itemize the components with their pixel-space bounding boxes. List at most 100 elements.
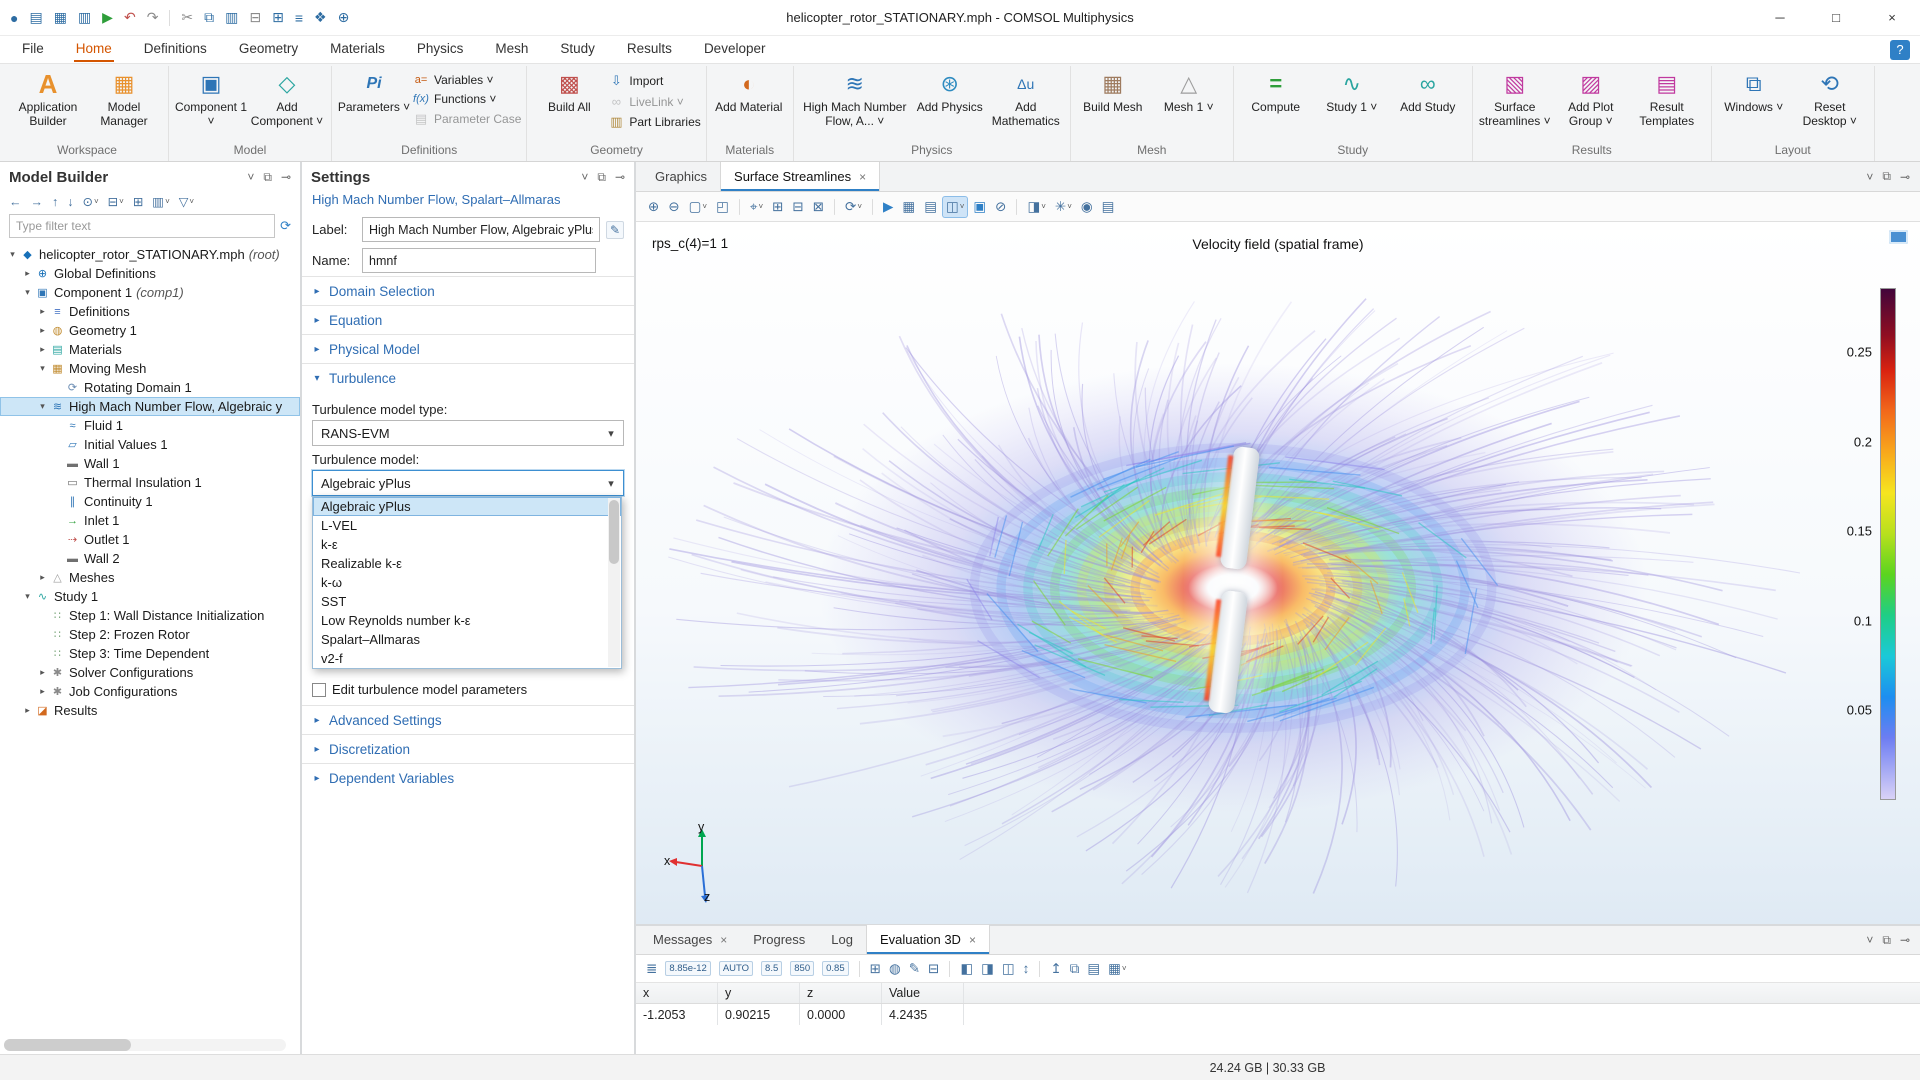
float-button[interactable]: ⧉ xyxy=(1882,933,1891,948)
comsol-logo-icon[interactable]: ● xyxy=(10,10,18,26)
engineering-notation-button[interactable]: 850 xyxy=(788,960,816,977)
pin-button[interactable]: ⊸ xyxy=(1900,170,1910,184)
separator[interactable] xyxy=(169,10,170,26)
tree-item[interactable]: ▸ △ Meshes xyxy=(0,568,300,587)
menu-results[interactable]: Results xyxy=(625,37,674,62)
zoom-extents-icon[interactable]: ⊕ xyxy=(338,9,350,26)
dropdown-option[interactable]: v2-f xyxy=(313,649,621,668)
zoom-in-icon[interactable]: ⊕ xyxy=(645,197,662,217)
table-header-cell[interactable]: z xyxy=(800,983,882,1003)
menu-definitions[interactable]: Definitions xyxy=(142,37,209,62)
snapshot-icon[interactable]: ◉ xyxy=(1078,197,1096,217)
dropdown-option[interactable]: L-VEL xyxy=(313,516,621,535)
tree-item[interactable]: ▸ ◪ Results xyxy=(0,701,300,720)
zoom-box-icon[interactable]: ◰ xyxy=(713,197,732,217)
print-icon[interactable]: ▥ xyxy=(78,9,91,26)
tree-item[interactable]: ▸ ≡ Definitions xyxy=(0,302,300,321)
tree-item[interactable]: ∥ Continuity 1 xyxy=(0,492,300,511)
separator[interactable] xyxy=(859,961,860,977)
tree-caret[interactable]: ▾ xyxy=(36,401,49,412)
turbulence-model-select[interactable]: Algebraic yPlus ▾ xyxy=(312,470,624,496)
edit-params-checkbox[interactable] xyxy=(312,683,326,697)
maximize-button[interactable]: □ xyxy=(1808,0,1864,35)
build-all-button[interactable]: ▩ Build All xyxy=(532,66,606,136)
tree-item[interactable]: ▱ Initial Values 1 xyxy=(0,435,300,454)
table-header-cell[interactable]: Value xyxy=(882,983,964,1003)
menu-materials[interactable]: Materials xyxy=(328,37,387,62)
add-material-button[interactable]: ◐ Add Material xyxy=(712,66,786,136)
build-mesh-button[interactable]: ▦ Build Mesh xyxy=(1076,66,1150,136)
reset-desktop-button[interactable]: ⟲ Reset Desktop ˅ xyxy=(1793,66,1867,136)
tree-item[interactable]: ▸ ⊕ Global Definitions xyxy=(0,264,300,283)
full-precision-icon[interactable]: ≣ xyxy=(644,960,659,978)
tree-item[interactable]: ▾ ◆ helicopter_rotor_STATIONARY.mph (roo… xyxy=(0,245,300,264)
show-grid-icon[interactable]: ▤ xyxy=(921,197,940,217)
float-button[interactable]: ⧉ xyxy=(597,170,606,185)
dropdown-option[interactable]: SST xyxy=(313,592,621,611)
model-tree-icon[interactable]: ≡ xyxy=(295,10,303,26)
view-zx-icon[interactable]: ⊠ xyxy=(810,197,827,217)
decimal-notation-button[interactable]: 8.5 xyxy=(759,960,784,977)
float-button[interactable]: ⧉ xyxy=(1882,169,1891,184)
add-study-button[interactable]: ∞ Add Study xyxy=(1391,66,1465,136)
tree-caret[interactable]: ▸ xyxy=(36,306,49,317)
section-equation[interactable]: ▸ Equation xyxy=(302,305,634,334)
close-button[interactable]: × xyxy=(1864,0,1920,35)
hmnf-button[interactable]: ≋ High Mach Number Flow, A... ˅ xyxy=(799,66,911,136)
section-discretization[interactable]: ▸ Discretization xyxy=(302,734,634,763)
expand-all-icon[interactable]: ⊞ xyxy=(133,194,143,209)
dropdown-option[interactable]: k-ω xyxy=(313,573,621,592)
close-icon[interactable]: × xyxy=(969,933,976,947)
dropdown-option[interactable]: Realizable k-ε xyxy=(313,554,621,573)
tab-evaluation-3d[interactable]: Evaluation 3D × xyxy=(866,925,990,954)
tree-caret[interactable]: ▸ xyxy=(36,667,49,678)
add-component-button[interactable]: ◇ Add Component ˅ xyxy=(250,66,324,136)
save-icon[interactable]: ▦ xyxy=(54,9,67,26)
tab-messages[interactable]: Messages × xyxy=(640,925,740,954)
tab-log[interactable]: Log xyxy=(818,925,866,954)
filter-refresh-icon[interactable]: ⟳ xyxy=(280,218,291,234)
separator[interactable] xyxy=(739,199,740,215)
print-table-icon[interactable]: ▤ xyxy=(1085,960,1102,978)
run-icon[interactable]: ▶ xyxy=(102,9,113,26)
scene-color-icon[interactable]: ◨˅ xyxy=(1024,197,1048,217)
tree-caret[interactable]: ▸ xyxy=(21,705,34,716)
tree-caret[interactable]: ▸ xyxy=(36,325,49,336)
separator[interactable] xyxy=(1016,199,1017,215)
dropdown-option[interactable]: Algebraic yPlus xyxy=(313,497,621,516)
undo-icon[interactable]: ↶ xyxy=(124,9,136,26)
pin-button[interactable]: ⊸ xyxy=(615,170,625,184)
tree-caret[interactable]: ▸ xyxy=(36,344,49,355)
float-button[interactable]: ⧉ xyxy=(263,170,272,185)
zoom-extents-icon[interactable]: ▢˅ xyxy=(686,197,710,217)
result-templates-button[interactable]: ▤ Result Templates xyxy=(1630,66,1704,136)
menu-file[interactable]: File xyxy=(20,37,46,62)
tree-columns-icon[interactable]: ▥˅ xyxy=(152,194,169,209)
parameter-case-button[interactable]: ▤ Parameter Case xyxy=(413,111,521,127)
table-row[interactable]: -1.20530.902150.00004.2435 xyxy=(636,1004,1920,1025)
compute-button[interactable]: = Compute xyxy=(1239,66,1313,136)
tree-caret[interactable]: ▾ xyxy=(21,591,34,602)
collapse-all-icon[interactable]: ⊟˅ xyxy=(108,194,124,209)
edit-icon[interactable]: ✎ xyxy=(907,960,922,978)
tree-item[interactable]: → Inlet 1 xyxy=(0,511,300,530)
study-1-button[interactable]: ∿ Study 1 ˅ xyxy=(1315,66,1389,136)
collapse-button[interactable]: ˅ xyxy=(1866,933,1873,947)
view-yz-icon[interactable]: ⊟ xyxy=(789,197,806,217)
delete-icon[interactable]: ⊟ xyxy=(249,9,261,26)
tree-caret[interactable]: ▸ xyxy=(36,686,49,697)
tab-progress[interactable]: Progress xyxy=(740,925,818,954)
export-icon[interactable]: ↥ xyxy=(1048,960,1063,978)
view-xy-icon[interactable]: ⊞ xyxy=(769,197,786,217)
close-icon[interactable]: × xyxy=(720,933,727,947)
dropdown-scrollbar[interactable] xyxy=(608,498,620,667)
filter-input[interactable] xyxy=(9,214,275,238)
tab-graphics[interactable]: Graphics xyxy=(642,162,720,191)
filter-icon[interactable]: ▽˅ xyxy=(179,194,194,209)
section-turbulence[interactable]: ▾ Turbulence xyxy=(302,363,634,392)
part-libraries-button[interactable]: ▥ Part Libraries xyxy=(608,114,700,130)
name-input[interactable] xyxy=(362,248,596,273)
tree-item[interactable]: ≈ Fluid 1 xyxy=(0,416,300,435)
minimize-button[interactable]: ─ xyxy=(1752,0,1808,35)
parameters-button[interactable]: Pi Parameters ˅ xyxy=(337,66,411,136)
